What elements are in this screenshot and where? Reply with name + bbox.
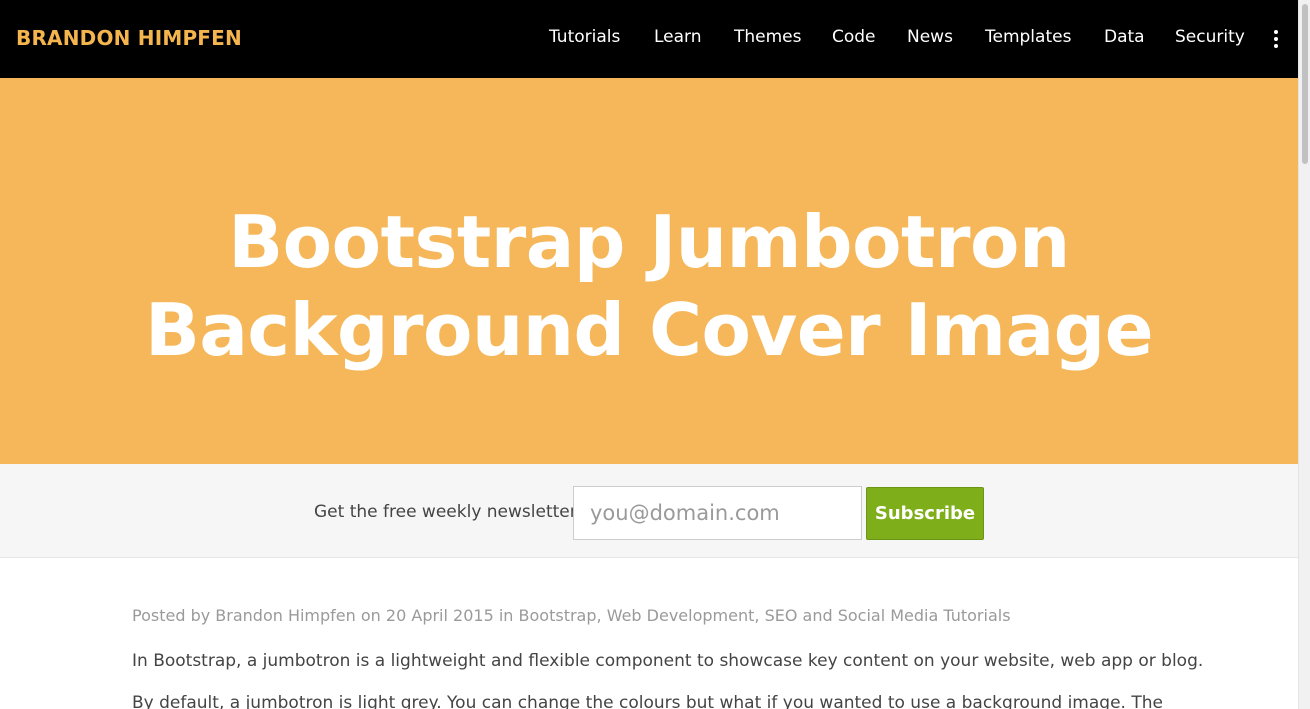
post-date: 20 April 2015: [385, 606, 494, 625]
post-meta: Posted by Brandon Himpfen on 20 April 20…: [132, 606, 1011, 625]
meta-comma: ,: [596, 606, 602, 625]
newsletter-label: Get the free weekly newsletter:: [314, 502, 583, 522]
newsletter-bar: Get the free weekly newsletter: Subscrib…: [0, 464, 1298, 558]
page-scrollbar[interactable]: [1298, 0, 1310, 709]
category-link-seo-social[interactable]: SEO and Social Media Tutorials: [765, 606, 1011, 625]
scrollbar-thumb[interactable]: [1302, 4, 1308, 164]
post-paragraph-1: In Bootstrap, a jumbotron is a lightweig…: [132, 651, 1204, 671]
nav-item-themes[interactable]: Themes: [734, 27, 802, 47]
nav-item-security[interactable]: Security: [1175, 27, 1245, 47]
category-link-web-development[interactable]: Web Development: [607, 606, 755, 625]
category-link-bootstrap[interactable]: Bootstrap: [519, 606, 597, 625]
kebab-menu-icon[interactable]: [1271, 30, 1281, 48]
nav-item-code[interactable]: Code: [832, 27, 876, 47]
jumbotron-banner: Bootstrap Jumbotron Background Cover Ima…: [0, 78, 1298, 464]
meta-comma: ,: [754, 606, 760, 625]
nav-item-data[interactable]: Data: [1104, 27, 1145, 47]
meta-on: on: [360, 606, 381, 625]
nav-item-learn[interactable]: Learn: [654, 27, 702, 47]
email-field[interactable]: [573, 486, 862, 540]
nav-menu: Tutorials Learn Themes Code News Templat…: [0, 27, 1298, 51]
page-title-line-1: Bootstrap Jumbotron: [228, 200, 1070, 284]
meta-prefix: Posted by: [132, 606, 211, 625]
post-paragraph-2: By default, a jumbotron is light grey. Y…: [132, 693, 1163, 709]
nav-item-templates[interactable]: Templates: [985, 27, 1071, 47]
nav-item-news[interactable]: News: [907, 27, 953, 47]
meta-in: in: [498, 606, 514, 625]
kebab-dot: [1274, 44, 1278, 48]
page-title-line-2: Background Cover Image: [144, 288, 1154, 372]
kebab-dot: [1274, 30, 1278, 34]
author-link[interactable]: Brandon Himpfen: [215, 606, 356, 625]
nav-item-tutorials[interactable]: Tutorials: [549, 27, 620, 47]
kebab-dot: [1274, 37, 1278, 41]
page-title: Bootstrap Jumbotron Background Cover Ima…: [0, 198, 1298, 374]
subscribe-button[interactable]: Subscribe: [866, 487, 984, 540]
top-navbar: BRANDON HIMPFEN Tutorials Learn Themes C…: [0, 0, 1298, 78]
